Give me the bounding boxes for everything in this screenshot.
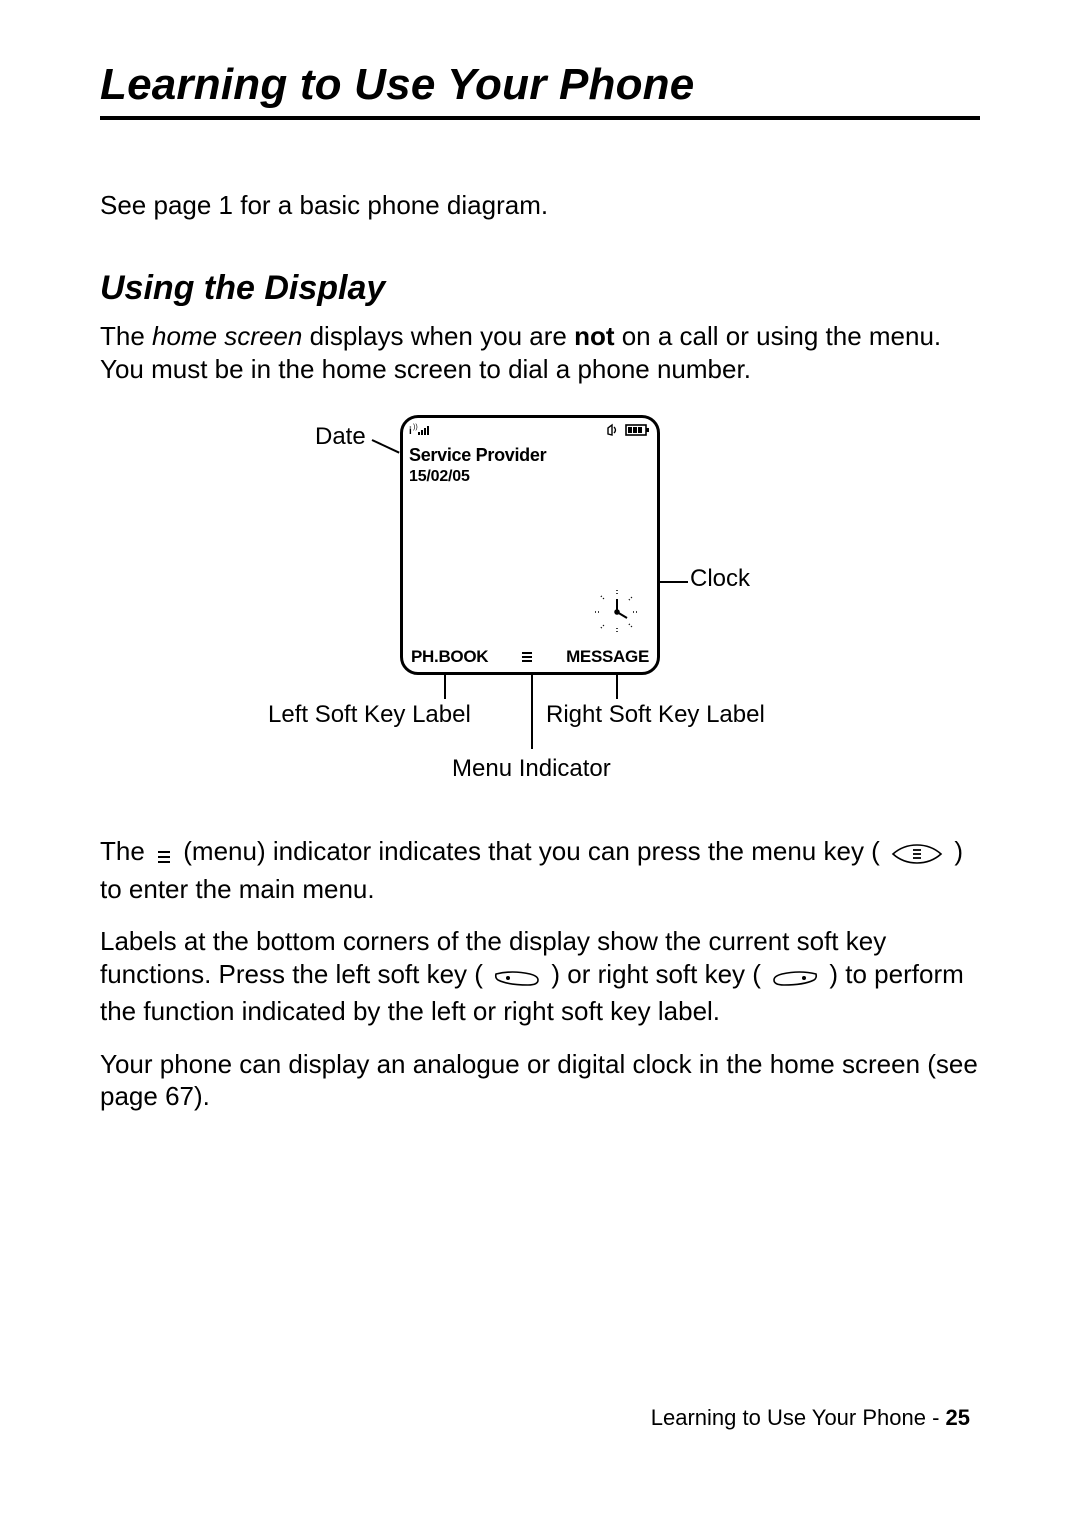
keyword-not: not xyxy=(574,321,614,351)
leader-line xyxy=(616,675,618,699)
svg-text:)): )) xyxy=(413,424,418,431)
left-soft-key-label: PH.BOOK xyxy=(411,647,488,667)
chapter-title: Learning to Use Your Phone xyxy=(100,60,980,110)
ring-icon xyxy=(603,423,621,440)
date-text: 15/02/05 xyxy=(403,466,657,488)
callout-left-soft-key: Left Soft Key Label xyxy=(268,701,471,729)
callout-date: Date xyxy=(315,423,366,451)
page-number: 25 xyxy=(946,1405,970,1430)
svg-text:i: i xyxy=(409,426,412,437)
paragraph-soft-keys: Labels at the bottom corners of the disp… xyxy=(100,925,980,1028)
menu-indicator-icon xyxy=(517,650,537,664)
battery-icon xyxy=(625,423,651,440)
phone-display-frame: i )) xyxy=(400,415,660,675)
callout-menu-indicator: Menu Indicator xyxy=(452,755,611,783)
text-fragment: ) or right soft key ( xyxy=(551,959,761,989)
text-fragment: Labels at the bottom corners of the disp… xyxy=(100,926,886,989)
paragraph-home-screen: The home screen displays when you are no… xyxy=(100,320,980,385)
term-home-screen: home screen xyxy=(152,321,302,351)
clock-face-icon xyxy=(589,584,645,640)
status-bar: i )) xyxy=(403,418,657,445)
display-mid-area xyxy=(403,488,657,644)
text-fragment: The xyxy=(100,321,152,351)
gprs-signal-icon: i )) xyxy=(409,423,431,440)
softkey-bar: PH.BOOK MESSAGE xyxy=(403,644,657,672)
right-soft-key-label: MESSAGE xyxy=(566,647,649,667)
paragraph-clock: Your phone can display an analogue or di… xyxy=(100,1048,980,1113)
paragraph-menu-indicator: The (menu) indicator indicates that you … xyxy=(100,835,980,905)
leader-line xyxy=(372,439,400,453)
text-fragment: (menu) indicator indicates that you can … xyxy=(183,836,880,866)
leader-line xyxy=(444,675,446,699)
page-footer: Learning to Use Your Phone - 25 xyxy=(651,1405,970,1431)
menu-indicator-icon xyxy=(156,840,172,873)
heading-rule xyxy=(100,116,980,120)
manual-page: Learning to Use Your Phone See page 1 fo… xyxy=(0,0,1080,1521)
menu-key-icon xyxy=(891,840,943,873)
text-fragment: The xyxy=(100,836,152,866)
text-fragment: displays when you are xyxy=(310,321,574,351)
service-provider-text: Service Provider xyxy=(403,445,657,466)
leader-line xyxy=(531,675,533,749)
intro-paragraph: See page 1 for a basic phone diagram. xyxy=(100,190,980,221)
left-soft-key-icon xyxy=(494,963,540,996)
section-title: Using the Display xyxy=(100,269,980,308)
right-soft-key-icon xyxy=(772,963,818,996)
display-diagram: Date Clock i )) xyxy=(190,405,890,805)
footer-section-text: Learning to Use Your Phone - xyxy=(651,1405,946,1430)
callout-right-soft-key: Right Soft Key Label xyxy=(546,701,765,729)
callout-clock: Clock xyxy=(690,565,750,593)
